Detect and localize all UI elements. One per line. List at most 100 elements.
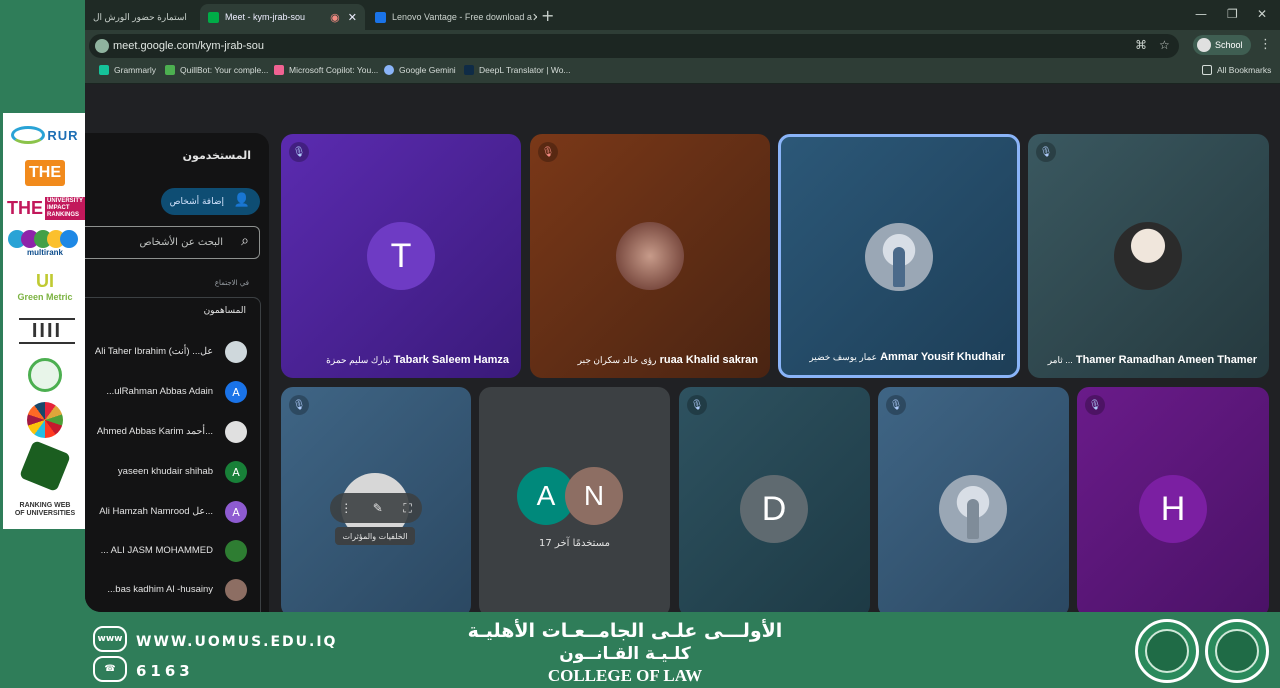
mic-off-icon: 🎙 (1085, 395, 1105, 415)
the-impact-logo: THE UNIVERSITY IMPACT RANKINGS (7, 196, 86, 220)
bookmark-deepl[interactable]: DeepL Translator | Wo... (464, 65, 571, 75)
close-icon[interactable]: ✕ (532, 11, 537, 24)
arab-award-logo (7, 357, 83, 393)
bookmark-grammarly[interactable]: Grammarly (99, 65, 156, 75)
all-bookmarks[interactable]: All Bookmarks (1202, 65, 1271, 75)
effects-icon[interactable]: ✎ (373, 501, 383, 515)
pin-icon[interactable]: ⛶ (403, 501, 411, 516)
mic-off-icon: 🎙 (687, 395, 707, 415)
star-icon[interactable]: ☆ (1159, 38, 1170, 52)
participant-row[interactable]: ...bas kadhim Al -husainy (85, 576, 261, 606)
banner-subtitle: كلـيـة القـانــون (559, 644, 691, 664)
tab-label: Meet - kym-jrab-sou (225, 12, 306, 22)
window-close-button[interactable]: ✕ (1257, 7, 1267, 21)
avatar: T (367, 222, 435, 290)
new-tab-button[interactable]: + (541, 6, 554, 25)
meet-stage: المستخدمون إضافة أشخاص 👤 البحث عن الأشخا… (85, 85, 1280, 612)
avatar: A (225, 461, 247, 483)
greenmetric-logo: UI Green Metric (17, 270, 73, 302)
video-tile[interactable]: 🎙 T تبارك سليم حمزة Tabark Saleem Hamza (281, 134, 521, 378)
participant-name: ...ulRahman Abbas Adain (106, 386, 213, 397)
participant-name: ... ALI JASM MOHAMMED (100, 545, 213, 556)
profile-button[interactable]: School (1193, 35, 1251, 55)
mic-off-icon: 🎙 (886, 395, 906, 415)
translate-icon[interactable]: ⌘ (1135, 38, 1147, 52)
url-field[interactable]: meet.google.com/kym-jrab-sou (89, 34, 1179, 58)
address-bar: meet.google.com/kym-jrab-sou ⌘ ☆ (85, 30, 1280, 60)
college-banner: www WWW.UOMUS.EDU.IQ ☎ 6163 الأولـــى عل… (0, 612, 1280, 688)
banner-title: الأولـــى علـى الجامــعـات الأهليـة (467, 620, 783, 642)
avatar: D (740, 475, 808, 543)
college-name: COLLEGE OF LAW (547, 666, 703, 685)
bookmark-gemini[interactable]: Google Gemini (384, 65, 456, 75)
avatar (225, 421, 247, 443)
participant-row[interactable]: Ahmed Abbas Karim أحمد... (85, 418, 261, 448)
participant-name: yaseen khudair shihab (117, 466, 213, 477)
add-people-button[interactable]: إضافة أشخاص 👤 (161, 188, 260, 215)
video-tile[interactable]: 🎙 H (1077, 387, 1269, 612)
participant-row[interactable]: ... ALI JASM MOHAMMED (85, 537, 261, 567)
close-icon[interactable]: ✕ (348, 11, 357, 24)
rur-logo: RUR (7, 119, 83, 151)
search-icon: ⌕ (241, 233, 249, 249)
participant-name: ثامر ... Thamer Ramadhan Ameen Thamer (1047, 354, 1257, 366)
contributors-header[interactable]: المساهمون (204, 306, 246, 316)
tab-label: Lenovo Vantage - Free download a (392, 12, 532, 22)
avatar (616, 222, 684, 290)
avatar (225, 579, 247, 601)
video-tile[interactable]: 🎙 ثامر ... Thamer Ramadhan Ameen Thamer (1028, 134, 1269, 378)
bookmarks-bar: Grammarly QuillBot: Your comple... Micro… (85, 60, 1280, 84)
website-text: WWW.UOMUS.EDU.IQ (136, 634, 338, 650)
multirank-logo: multirank (7, 226, 83, 260)
meet-icon (208, 11, 219, 23)
video-tile[interactable]: 🎙 D (679, 387, 870, 612)
phone-icon: ☎ (93, 656, 127, 682)
maximize-button[interactable]: ❐ (1227, 7, 1238, 21)
video-tile-active-speaker[interactable]: عمار يوسف خضير Ammar Yousif Khudhair (778, 134, 1020, 378)
tab-lenovo[interactable]: Lenovo Vantage - Free download a ✕ (367, 4, 537, 30)
pillars-logo: IIII (19, 318, 75, 344)
bookmark-quillbot[interactable]: QuillBot: Your comple... (165, 65, 268, 75)
person-add-icon: 👤 (233, 193, 250, 208)
people-search-input[interactable]: البحث عن الأشخاص ⌕ (85, 226, 260, 259)
participant-name: تبارك سليم حمزة Tabark Saleem Hamza (326, 354, 509, 366)
participant-row[interactable]: yaseen khudair shihab A (85, 458, 261, 488)
people-panel: المستخدمون إضافة أشخاص 👤 البحث عن الأشخا… (85, 133, 269, 612)
tab-strip: استمارة حضور الورش ال Meet - kym-jrab-so… (85, 0, 1280, 30)
www-icon: www (93, 626, 127, 652)
participant-row[interactable]: Ali Taher Ibrahim عل... (أنت) (85, 338, 261, 368)
avatar (939, 475, 1007, 543)
participant-name: Ahmed Abbas Karim أحمد... (96, 426, 213, 437)
college-seal (1205, 619, 1269, 683)
minimize-button[interactable]: — (1195, 7, 1207, 21)
bookmark-copilot[interactable]: Microsoft Copilot: You... (274, 65, 378, 75)
participant-name: عمار يوسف خضير Ammar Yousif Khudhair (809, 351, 1005, 363)
avatar: A (225, 381, 247, 403)
video-tile[interactable]: 🎙 (878, 387, 1069, 612)
avatar (225, 540, 247, 562)
others-tile[interactable]: A N 17 مستخدمًا آخر (479, 387, 670, 612)
participant-row[interactable]: Ali Hamzah Namrood عل... A (85, 498, 261, 528)
ranking-logos: RUR THE THE UNIVERSITY IMPACT RANKINGS mult… (3, 113, 86, 529)
avatar: H (1139, 475, 1207, 543)
avatar (225, 341, 247, 363)
browser-window: استمارة حضور الورش ال Meet - kym-jrab-so… (85, 0, 1280, 612)
video-tile[interactable]: 🎙 رؤى خالد سكران جبر ruaa Khalid sakran (530, 134, 770, 378)
more-options-icon[interactable]: ⋮ (340, 501, 352, 515)
mic-off-icon: 🎙 (1036, 142, 1056, 162)
participant-row[interactable]: ...ulRahman Abbas Adain A (85, 378, 261, 408)
in-meeting-label: في الاجتماع (214, 279, 249, 287)
sdg-logo (7, 401, 83, 439)
site-info-icon[interactable] (95, 39, 109, 53)
avatar (1197, 38, 1211, 52)
tab-meet[interactable]: Meet - kym-jrab-sou ◉ ✕ (200, 4, 365, 30)
tab-form[interactable]: استمارة حضور الورش ال (85, 4, 200, 30)
avatar: N (565, 467, 623, 525)
tooltip: الخلفيات والمؤثرات (335, 527, 415, 545)
tile-controls: ⋮ ✎ ⛶ (330, 493, 422, 523)
avatar (1114, 222, 1182, 290)
mic-off-icon: 🎙 (289, 142, 309, 162)
browser-menu-icon[interactable]: ⋮ (1259, 37, 1272, 52)
mic-off-icon: 🎙 (289, 395, 309, 415)
panel-title: المستخدمون (182, 149, 251, 162)
